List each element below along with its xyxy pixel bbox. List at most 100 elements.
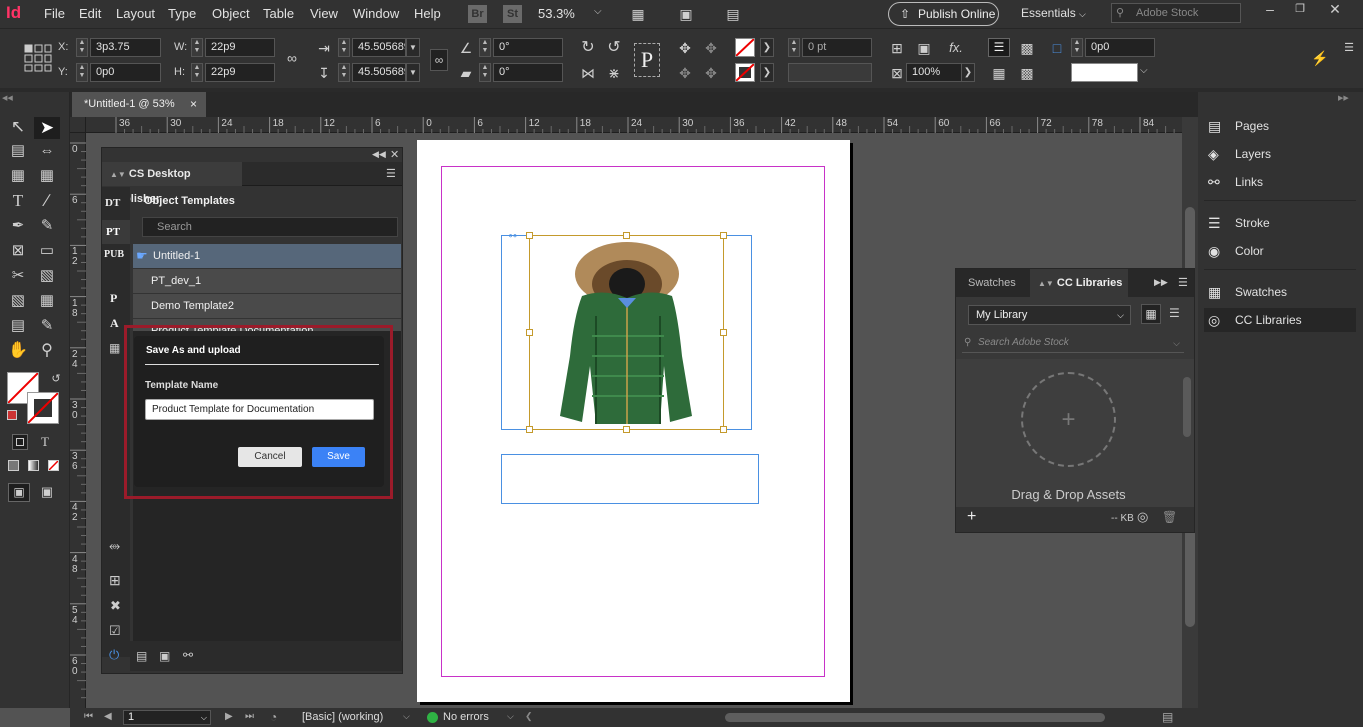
- reference-point-icon[interactable]: [24, 44, 52, 72]
- page-tool-icon[interactable]: ▤: [8, 143, 28, 158]
- y-stepper[interactable]: ▲ ▼: [76, 63, 88, 82]
- menu-layout[interactable]: Layout: [116, 6, 155, 21]
- y-field[interactable]: 0p0: [90, 63, 161, 82]
- opacity-field[interactable]: 100%: [906, 63, 962, 82]
- menu-help[interactable]: Help: [414, 6, 441, 21]
- apply-none-icon[interactable]: [48, 460, 59, 471]
- pen-tool-icon[interactable]: ✒: [8, 218, 28, 233]
- direct-selection-tool-icon[interactable]: ➤: [34, 117, 60, 139]
- h-field[interactable]: 22p9: [205, 63, 275, 82]
- scale-y-field[interactable]: 45.5056891: [352, 63, 406, 82]
- side-image-icon[interactable]: ▦: [109, 341, 120, 355]
- panel-menu-icon[interactable]: ☰: [386, 167, 396, 180]
- fitting-content-icon[interactable]: ▦: [990, 66, 1008, 80]
- close-tab-icon[interactable]: ×: [190, 92, 197, 117]
- chevron-down-icon[interactable]: ▼: [406, 63, 420, 82]
- power-icon[interactable]: ⏻: [109, 647, 119, 663]
- menu-file[interactable]: File: [44, 6, 65, 21]
- restore-icon[interactable]: ❐: [1292, 2, 1308, 16]
- first-page-icon[interactable]: ⏮: [84, 711, 93, 722]
- swap-colors-icon[interactable]: ↺: [49, 372, 63, 386]
- document-page[interactable]: ⚯: [417, 140, 850, 702]
- adobe-stock-search[interactable]: ⚲ Search Adobe Stock ⌵: [962, 333, 1184, 353]
- template-row[interactable]: Demo Template2: [133, 294, 401, 318]
- h-stepper[interactable]: ▲ ▼: [191, 63, 203, 82]
- assets-scrollbar[interactable]: [1182, 365, 1192, 497]
- minimize-icon[interactable]: –: [1262, 2, 1278, 16]
- zoom-tool-icon[interactable]: ⚲: [37, 343, 57, 359]
- rotate-ccw-icon[interactable]: ↺: [605, 40, 623, 56]
- dock-item-color[interactable]: ◉ Color: [1204, 239, 1356, 263]
- w-stepper[interactable]: ▲ ▼: [191, 38, 203, 57]
- dock-item-layers[interactable]: ◈ Layers: [1204, 142, 1356, 166]
- trash-icon[interactable]: 🗑: [1162, 510, 1177, 524]
- view-options-icon[interactable]: ▦: [628, 7, 648, 21]
- last-page-icon[interactable]: ⏭: [245, 711, 254, 722]
- link-badge-icon[interactable]: ⚯: [509, 232, 523, 241]
- side-letter-p[interactable]: P: [110, 291, 117, 306]
- stroke-weight-field[interactable]: 0 pt: [802, 38, 872, 57]
- next-page-icon[interactable]: ▶: [225, 711, 233, 722]
- scale-x-field[interactable]: 45.5056891: [352, 38, 406, 57]
- drop-zone-circle[interactable]: +: [1021, 372, 1116, 467]
- library-select[interactable]: My Library ⌵: [968, 305, 1131, 325]
- save-button[interactable]: Save: [312, 447, 365, 467]
- chevron-down-icon[interactable]: ▼: [406, 38, 420, 57]
- template-name-input[interactable]: [145, 399, 374, 420]
- gap-tool-icon[interactable]: ⇔: [37, 143, 57, 158]
- panel-menu-icon[interactable]: ☰: [1178, 276, 1188, 289]
- shadow-icon[interactable]: ▣: [916, 41, 932, 55]
- scale-y-stepper[interactable]: ▲ ▼: [338, 63, 350, 82]
- panel-menu-icon[interactable]: ☰: [1342, 41, 1356, 55]
- formatting-container-icon[interactable]: [12, 434, 28, 450]
- line-tool-icon[interactable]: ∕: [37, 192, 57, 209]
- select-container-icon[interactable]: ✥: [676, 41, 694, 55]
- side-tab-dt[interactable]: DT: [105, 197, 129, 209]
- default-colors-icon[interactable]: [7, 410, 17, 420]
- apply-gradient-icon[interactable]: [28, 460, 39, 471]
- scissors-tool-icon[interactable]: ✂: [8, 268, 28, 283]
- panel-close-icon[interactable]: ✕: [390, 148, 399, 161]
- content-placer-icon[interactable]: ▦: [37, 168, 57, 183]
- error-status[interactable]: No errors: [443, 711, 489, 723]
- save-icon[interactable]: ▣: [159, 649, 170, 663]
- menu-type[interactable]: Type: [168, 6, 196, 21]
- screen-mode-icon[interactable]: ▣: [676, 7, 696, 21]
- text-frame[interactable]: [501, 454, 759, 504]
- view-toggle-icon[interactable]: ▤: [1162, 710, 1173, 724]
- stroke-swatch[interactable]: [27, 392, 59, 424]
- vertical-ruler[interactable]: 0 6 1 2 1 8 2 4 3 0 3 6 4 2 4 8 5 4 6 0: [70, 133, 86, 708]
- rotate-stepper[interactable]: ▲ ▼: [479, 38, 491, 57]
- eyedropper-tool-icon[interactable]: ✎: [37, 318, 57, 333]
- frame-fitting-icon[interactable]: ⊞: [889, 41, 905, 55]
- stroke-weight-stepper[interactable]: ▲ ▼: [788, 38, 800, 57]
- stroke-none-swatch[interactable]: [735, 63, 755, 82]
- select-content-icon[interactable]: ✥: [702, 41, 720, 55]
- dock-item-stroke[interactable]: ☰ Stroke: [1204, 211, 1356, 235]
- select-previous-icon[interactable]: ✥: [676, 66, 694, 80]
- zoom-level[interactable]: 53.3%: [538, 6, 575, 21]
- x-stepper[interactable]: ▲ ▼: [76, 38, 88, 57]
- selection-handles[interactable]: [526, 232, 727, 433]
- stroke-style-swatch[interactable]: [1071, 63, 1138, 82]
- chevron-right-icon[interactable]: ❯: [760, 63, 774, 82]
- w-field[interactable]: 22p9: [205, 38, 275, 57]
- horizontal-ruler[interactable]: 36 30 24 18 12 6 0 6 12 18 24 30 36 42 48 54 60 66 72 78 84: [86, 117, 1182, 133]
- horizontal-scrollbar[interactable]: ❮: [525, 710, 1105, 725]
- chevron-down-icon[interactable]: ⌵: [507, 711, 514, 722]
- chevron-down-icon[interactable]: ⌵: [594, 6, 602, 17]
- rectangle-frame-tool-icon[interactable]: ⊠: [8, 243, 28, 258]
- approve-icon[interactable]: ☑: [109, 623, 121, 639]
- side-letter-a[interactable]: A: [110, 316, 119, 331]
- page-number-select[interactable]: 1 ⌵: [123, 710, 211, 725]
- cancel-button[interactable]: Cancel: [238, 447, 302, 467]
- lightning-icon[interactable]: ⚡: [1311, 51, 1328, 65]
- flip-horizontal-icon[interactable]: ⋈: [579, 66, 597, 80]
- dock-item-cc-libraries[interactable]: ◎ CC Libraries: [1204, 308, 1356, 332]
- free-transform-tool-icon[interactable]: ▧: [37, 268, 57, 283]
- panel-collapse-icon[interactable]: ◀◀: [372, 149, 386, 160]
- constrain-proportions-icon[interactable]: ∞: [284, 51, 300, 65]
- preflight-profile[interactable]: [Basic] (working): [302, 711, 383, 723]
- dock-item-pages[interactable]: ▤ Pages: [1204, 114, 1356, 138]
- chevron-down-icon[interactable]: ⌵: [1140, 65, 1148, 76]
